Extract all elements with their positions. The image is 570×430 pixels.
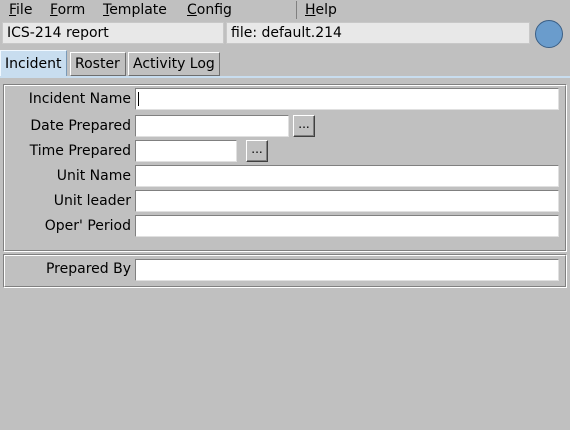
menu-form-label: orm: [57, 2, 86, 18]
oper-period-label: Oper' Period: [44, 218, 131, 234]
tab-roster[interactable]: Roster: [70, 52, 126, 76]
menu-help-mnemonic: H: [305, 2, 316, 18]
prepared-by-label: Prepared By: [45, 261, 131, 277]
status-indicator-icon: [535, 20, 563, 48]
menu-file-mnemonic: F: [9, 2, 17, 18]
menu-config[interactable]: Config: [187, 1, 232, 19]
unit-leader-label: Unit leader: [53, 193, 131, 209]
oper-period-input[interactable]: [135, 215, 559, 237]
file-name-field: file: default.214: [226, 22, 530, 44]
menu-form-mnemonic: F: [50, 2, 58, 18]
menu-file[interactable]: File: [9, 1, 32, 19]
menubar-separator: [296, 1, 297, 19]
unit-name-label: Unit Name: [56, 168, 131, 184]
incident-name-label: Incident Name: [28, 91, 131, 107]
unit-leader-input[interactable]: [135, 190, 559, 212]
date-prepared-input[interactable]: [135, 115, 289, 137]
menu-form[interactable]: Form: [50, 1, 85, 19]
menu-help[interactable]: Help: [305, 1, 337, 19]
prepared-by-input[interactable]: [135, 259, 559, 281]
tab-incident[interactable]: Incident: [0, 50, 67, 77]
date-prepared-label: Date Prepared: [30, 118, 131, 134]
time-picker-button[interactable]: ...: [246, 140, 268, 162]
unit-name-input[interactable]: [135, 165, 559, 187]
tab-activity-log[interactable]: Activity Log: [128, 52, 220, 76]
menubar: File Form Template Config Help: [0, 0, 570, 20]
time-prepared-input[interactable]: [135, 140, 237, 162]
date-picker-button[interactable]: ...: [293, 115, 315, 137]
tab-bar: Incident Roster Activity Log: [0, 50, 570, 78]
menu-config-label: onfig: [196, 2, 232, 18]
menu-config-mnemonic: C: [187, 2, 197, 18]
menu-template[interactable]: Template: [103, 1, 167, 19]
menu-help-label: elp: [315, 2, 337, 18]
time-prepared-label: Time Prepared: [29, 143, 131, 159]
tab-underline: [0, 76, 570, 78]
incident-name-input[interactable]: [135, 88, 559, 110]
report-title-field: ICS-214 report: [2, 22, 224, 44]
menu-template-label: emplate: [109, 2, 167, 18]
menu-file-label: ile: [16, 2, 33, 18]
